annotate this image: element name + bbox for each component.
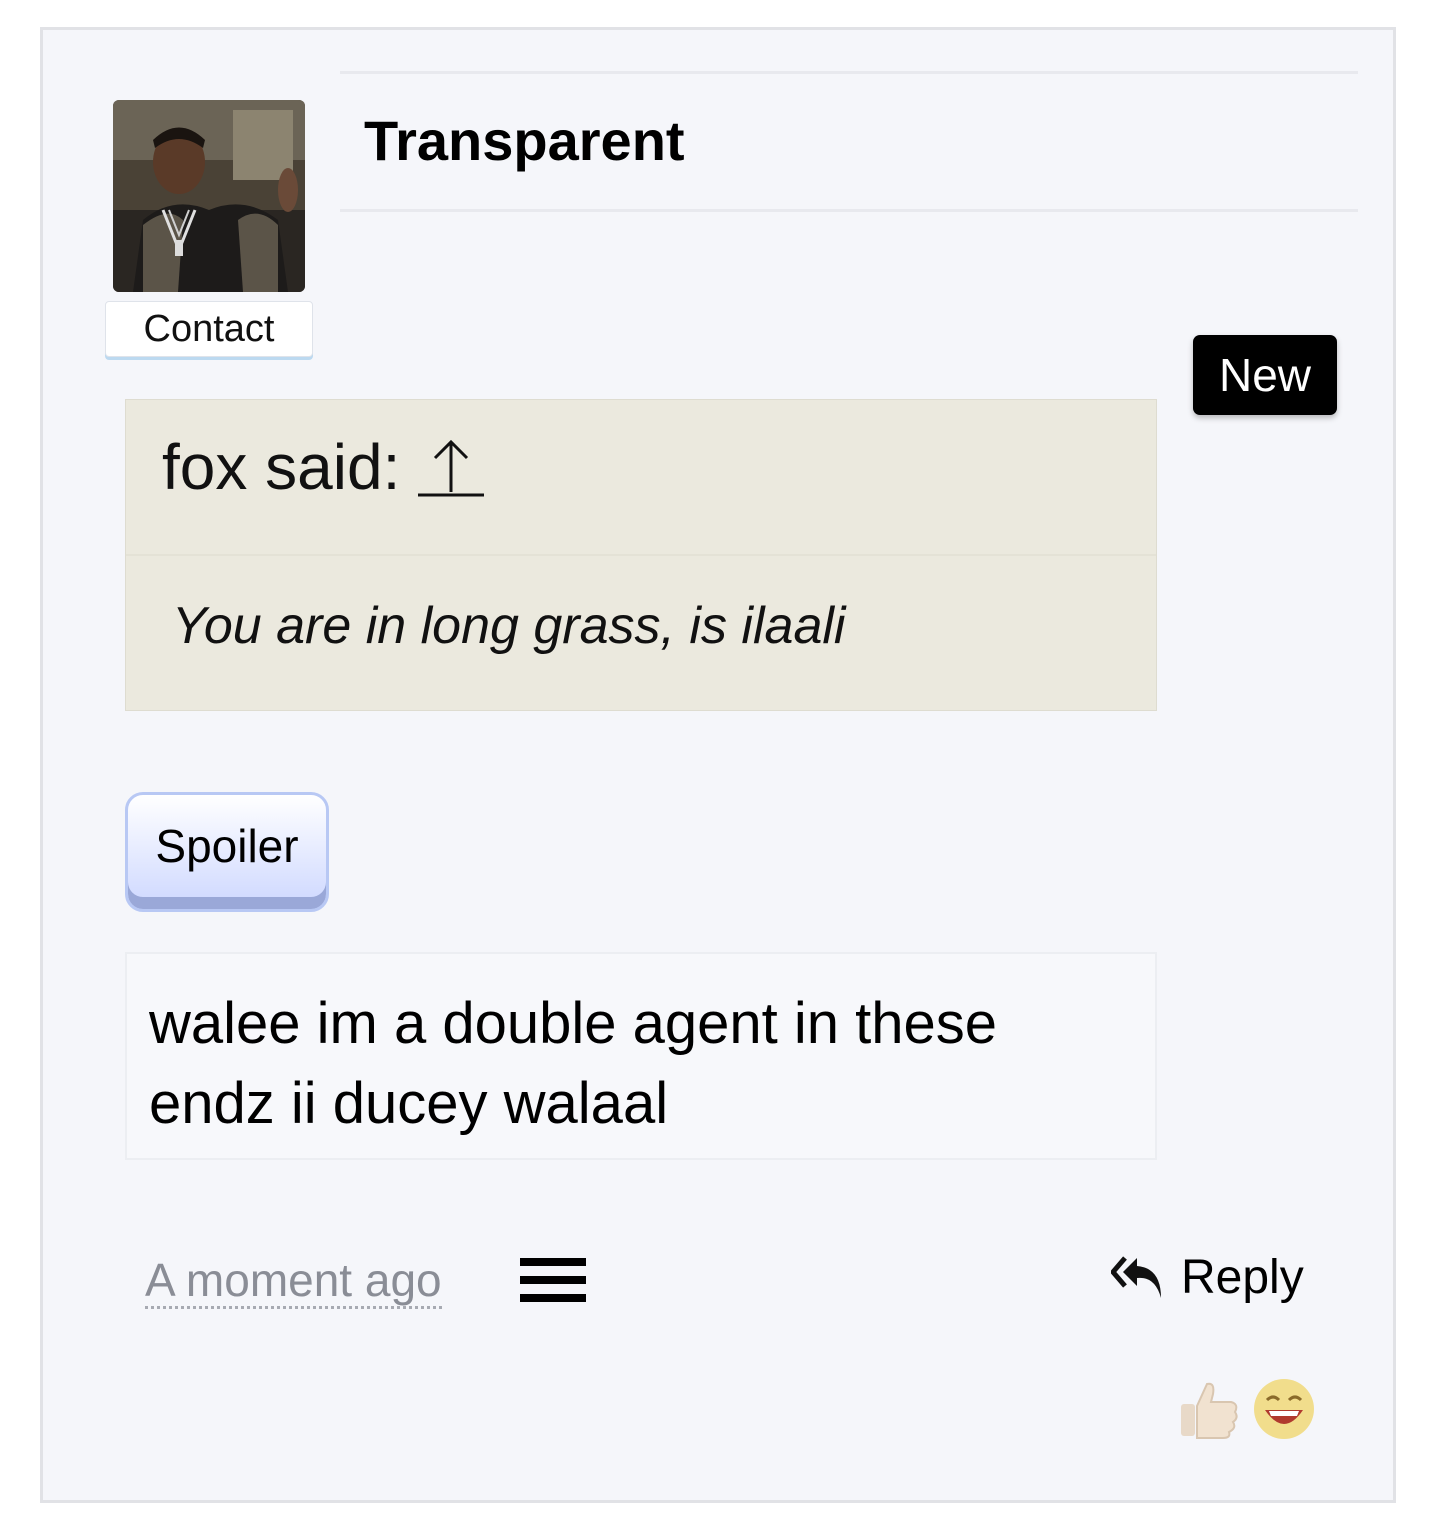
quote-divider (126, 554, 1156, 556)
thumbs-up-icon[interactable] (1177, 1376, 1243, 1442)
up-arrow-icon[interactable] (418, 436, 485, 498)
title-bar: Transparent (340, 71, 1358, 212)
reply-label: Reply (1181, 1251, 1304, 1304)
avatar-photo (113, 100, 305, 292)
laughing-face-icon[interactable] (1251, 1376, 1317, 1442)
spoiler-button[interactable]: Spoiler (125, 792, 329, 912)
post-title: Transparent (364, 109, 685, 172)
quote-header: fox said: (162, 430, 485, 504)
message-body: walee im a double agent in these endz ii… (125, 952, 1157, 1160)
contact-button[interactable]: Contact (105, 301, 313, 357)
reactions-bar (1177, 1376, 1317, 1442)
hamburger-menu-icon[interactable] (520, 1258, 586, 1308)
avatar[interactable] (113, 100, 305, 292)
reply-all-icon (1111, 1255, 1161, 1298)
quote-text: You are in long grass, is ilaali (172, 597, 846, 655)
reply-button[interactable]: Reply (1111, 1250, 1304, 1305)
quote-block: fox said: You are in long grass, is ilaa… (125, 399, 1157, 711)
new-badge: New (1193, 335, 1337, 415)
post-card: Contact Transparent New fox said: You ar… (40, 27, 1396, 1503)
quote-author: fox said: (162, 431, 401, 503)
timestamp[interactable]: A moment ago (145, 1254, 442, 1309)
